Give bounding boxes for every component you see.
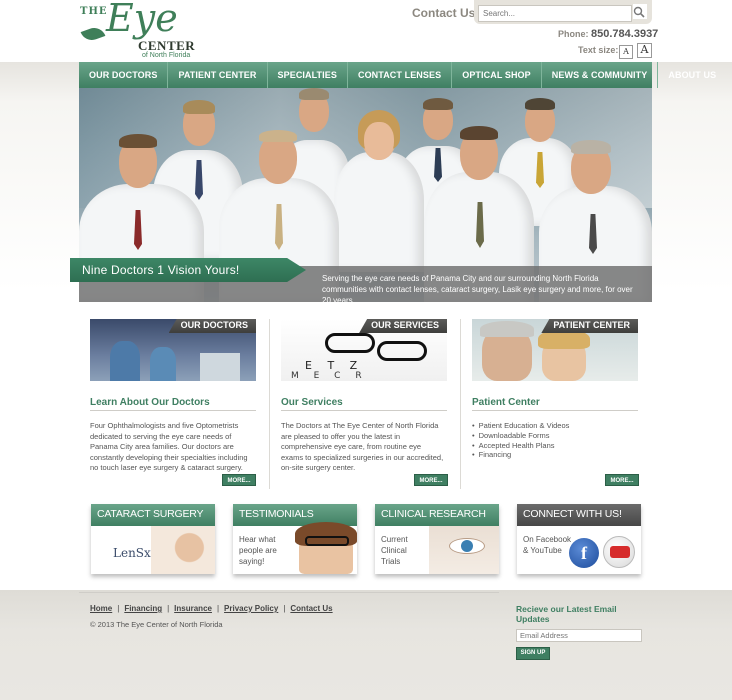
sign-up-button[interactable]: SIGN UP	[516, 647, 550, 660]
doctors-more-button[interactable]: MORE...	[222, 474, 256, 486]
footer-link-home[interactable]: Home	[90, 604, 112, 613]
nav-our-doctors[interactable]: Our Doctors	[79, 62, 169, 88]
search-box	[474, 0, 652, 24]
promo-clinical-research[interactable]: CLINICAL RESEARCH Current Clinical Trial…	[375, 504, 499, 574]
col-services-title[interactable]: Our Services	[281, 397, 343, 408]
divider	[460, 319, 461, 489]
promo-body: LenSx	[113, 546, 151, 560]
text-size-label: Text size:	[578, 45, 619, 55]
search-icon	[633, 6, 645, 18]
list-item[interactable]: Patient Education & Videos	[472, 421, 570, 431]
footer-link-contact-us[interactable]: Contact Us	[290, 604, 332, 613]
footer-links: Home | Financing | Insurance | Privacy Policy |…	[90, 604, 333, 613]
separator: |	[283, 604, 286, 613]
text-size-large-button[interactable]: A	[637, 43, 652, 58]
search-button[interactable]	[633, 4, 647, 19]
nav-contact-lenses[interactable]: Contact Lenses	[348, 62, 453, 88]
text-size-small-button[interactable]: A	[619, 45, 633, 59]
logo-subtitle: of North Florida	[142, 52, 191, 59]
phone-info: Phone: 850.784.3937	[558, 28, 658, 40]
patient-more-button[interactable]: MORE...	[605, 474, 639, 486]
logo-the: THE	[80, 6, 108, 17]
phone-number[interactable]: 850.784.3937	[591, 28, 658, 40]
promo-title: CATARACT SURGERY	[91, 504, 215, 526]
nav-optical-shop[interactable]: Optical Shop	[452, 62, 542, 88]
phone-label: Phone:	[558, 29, 589, 39]
col-patient-title[interactable]: Patient Center	[472, 397, 540, 408]
promo-connect-with-us[interactable]: CONNECT WITH US! On Facebook & YouTube f	[517, 504, 641, 574]
promo-cataract-surgery[interactable]: CATARACT SURGERY LenSx	[91, 504, 215, 574]
hero-caption: Serving the eye care needs of Panama Cit…	[322, 274, 633, 305]
newsletter-title: Recieve our Latest Email Updates	[516, 604, 617, 624]
footer-link-financing[interactable]: Financing	[124, 604, 162, 613]
leaf-icon	[80, 24, 106, 44]
patient-center-list: Patient Education & Videos Downloadable …	[472, 421, 570, 460]
col-doctors-title[interactable]: Learn About Our Doctors	[90, 397, 210, 408]
our-doctors-tab: Our Doctors	[168, 319, 256, 333]
promo-body: Current Clinical Trials	[381, 535, 408, 566]
copyright: © 2013 The Eye Center of North Florida	[90, 620, 223, 629]
facebook-icon[interactable]: f	[569, 538, 599, 568]
doctor-figure	[334, 110, 424, 272]
promo-body: On Facebook & YouTube	[523, 535, 572, 555]
youtube-icon[interactable]	[603, 536, 635, 568]
search-input[interactable]	[478, 5, 632, 22]
divider	[269, 319, 270, 489]
our-services-image[interactable]: E T Z M E C R Our Services	[281, 319, 447, 381]
nav-specialties[interactable]: Specialties	[268, 62, 348, 88]
our-doctors-image[interactable]: Our Doctors	[90, 319, 256, 381]
list-item[interactable]: Accepted Health Plans	[472, 441, 569, 451]
footer-link-privacy-policy[interactable]: Privacy Policy	[224, 604, 278, 613]
promo-title: CLINICAL RESEARCH	[375, 504, 499, 526]
nav-patient-center[interactable]: Patient Center	[168, 62, 268, 88]
patient-center-tab: Patient Center	[541, 319, 638, 333]
divider	[79, 592, 499, 593]
divider	[90, 410, 256, 411]
text-size-control: Text size:	[578, 45, 618, 55]
list-item[interactable]: Downloadable Forms	[472, 431, 569, 441]
separator: |	[117, 604, 120, 613]
email-field[interactable]	[516, 629, 642, 642]
list-item[interactable]: Financing	[472, 450, 569, 460]
col-services-text: The Doctors at The Eye Center of North F…	[281, 421, 444, 472]
services-more-button[interactable]: MORE...	[414, 474, 448, 486]
promo-testimonials[interactable]: TESTIMONIALS Hear what people are saying…	[233, 504, 357, 574]
site-logo[interactable]: THE Eye CENTER of North Florida	[80, 0, 200, 60]
col-doctors-text: Four Ophthalmologists and five Optometri…	[90, 421, 248, 472]
hero-banner: Nine Doctors 1 Vision Yours!	[70, 258, 306, 282]
promo-body: Hear what people are saying!	[239, 535, 277, 566]
patient-center-image[interactable]: Patient Center	[472, 319, 638, 381]
separator: |	[216, 604, 220, 613]
logo-eye: Eye	[106, 0, 178, 40]
footer-link-insurance[interactable]: Insurance	[174, 604, 212, 613]
our-services-tab: Our Services	[359, 319, 447, 333]
separator: |	[167, 604, 170, 613]
nav-news-community[interactable]: News & Community	[542, 62, 659, 88]
nav-about-us[interactable]: About Us	[658, 62, 726, 88]
main-nav: Our Doctors Patient Center Specialties C…	[79, 62, 716, 88]
promo-title: CONNECT WITH US!	[517, 504, 641, 526]
divider	[281, 410, 447, 411]
divider	[472, 410, 638, 411]
contact-us-link[interactable]: Contact Us	[412, 6, 475, 20]
